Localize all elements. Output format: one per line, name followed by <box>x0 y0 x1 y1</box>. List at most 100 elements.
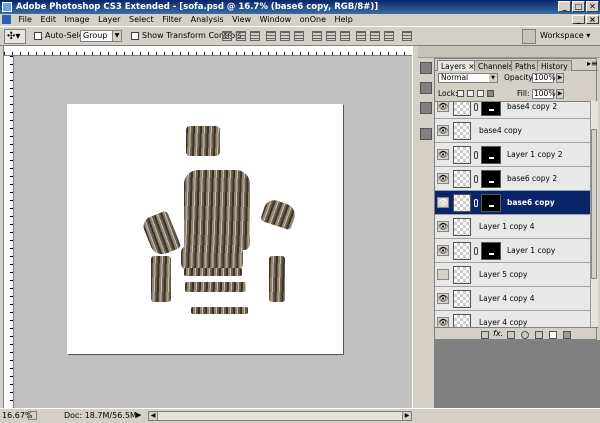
distribute-vcenter-icon[interactable] <box>326 31 336 41</box>
document-canvas[interactable] <box>67 104 343 354</box>
menu-layer[interactable]: Layer <box>95 14 123 26</box>
align-hcenter-icon[interactable] <box>280 31 290 41</box>
minimize-button[interactable]: _ <box>558 1 571 12</box>
mask-link-icon[interactable] <box>474 103 478 111</box>
align-vcenter-icon[interactable] <box>236 31 246 41</box>
visibility-eye-icon[interactable]: 👁 <box>437 197 449 208</box>
lock-transparency-icon[interactable] <box>457 90 464 97</box>
layer-mask-thumbnail[interactable] <box>481 194 501 212</box>
layer-mask-thumbnail[interactable] <box>481 146 501 164</box>
align-bottom-icon[interactable] <box>250 31 260 41</box>
fill-input[interactable]: 100% <box>532 89 555 99</box>
fill-slider-arrow-icon[interactable]: ▶ <box>556 89 564 99</box>
layer-row[interactable]: 👁 base6 copy 2 <box>435 167 590 191</box>
menu-image[interactable]: Image <box>62 14 93 26</box>
mask-link-icon[interactable] <box>474 247 478 255</box>
lock-image-icon[interactable] <box>467 90 474 97</box>
visibility-eye-icon[interactable]: 👁 <box>437 102 449 112</box>
layer-comps-icon[interactable] <box>420 128 432 140</box>
menu-onone[interactable]: onOne <box>297 14 329 26</box>
panel-menu-icon[interactable]: ▸≡ <box>587 59 598 68</box>
mask-link-icon[interactable] <box>474 151 478 159</box>
menu-help[interactable]: Help <box>332 14 356 26</box>
workspace-icon[interactable] <box>522 29 536 44</box>
visibility-eye-icon[interactable]: 👁 <box>437 125 449 136</box>
align-top-icon[interactable] <box>222 31 232 41</box>
distribute-hcenter-icon[interactable] <box>370 31 380 41</box>
workspace-menu[interactable]: Workspace ▾ <box>540 31 590 40</box>
distribute-right-icon[interactable] <box>384 31 394 41</box>
menu-analysis[interactable]: Analysis <box>188 14 227 26</box>
visibility-eye-icon[interactable]: 👁 <box>437 293 449 304</box>
visibility-eye-icon[interactable]: 👁 <box>437 149 449 160</box>
layer-row[interactable]: 👁 Layer 4 copy 4 <box>435 287 590 311</box>
layer-row[interactable]: 👁 base4 copy 2 <box>435 102 590 119</box>
mask-link-icon[interactable] <box>474 199 478 207</box>
tab-paths[interactable]: Paths <box>511 60 540 71</box>
doc-minimize-button[interactable]: _ <box>572 15 585 24</box>
move-tool-icon[interactable]: ✣▾ <box>4 29 26 44</box>
auto-align-icon[interactable] <box>402 31 412 41</box>
blend-mode-select[interactable]: Normal ▼ <box>438 73 498 83</box>
align-right-icon[interactable] <box>294 31 304 41</box>
mask-link-icon[interactable] <box>474 175 478 183</box>
menu-filter[interactable]: Filter <box>159 14 185 26</box>
close-button[interactable]: ✕ <box>586 1 599 12</box>
lock-all-icon[interactable] <box>487 90 494 97</box>
align-left-icon[interactable] <box>266 31 276 41</box>
link-layers-icon[interactable] <box>481 331 489 339</box>
layer-style-icon[interactable]: fx. <box>493 329 503 338</box>
layer-mask-thumbnail[interactable] <box>481 102 501 116</box>
menu-file[interactable]: File <box>16 14 35 26</box>
tab-history[interactable]: History <box>537 60 572 71</box>
layer-row[interactable]: 👁 base4 copy <box>435 119 590 143</box>
visibility-eye-icon[interactable]: 👁 <box>437 173 449 184</box>
horizontal-ruler[interactable] <box>4 46 412 56</box>
auto-select-checkbox[interactable] <box>34 32 42 40</box>
visibility-eye-icon[interactable]: 👁 <box>437 245 449 256</box>
zoom-icon[interactable] <box>28 411 37 420</box>
menu-window[interactable]: Window <box>257 14 295 26</box>
paragraph-icon[interactable] <box>420 82 432 94</box>
menu-edit[interactable]: Edit <box>37 14 59 26</box>
document-icon[interactable] <box>2 15 11 24</box>
doc-close-button[interactable]: × <box>586 15 599 24</box>
history-icon[interactable] <box>420 102 432 114</box>
layer-row[interactable]: 👁 Layer 1 copy 2 <box>435 143 590 167</box>
status-menu-arrow-icon[interactable]: ▶ <box>136 409 141 422</box>
delete-layer-icon[interactable] <box>563 331 571 339</box>
distribute-bottom-icon[interactable] <box>340 31 350 41</box>
horizontal-scrollbar[interactable]: ◀ ▶ <box>148 411 412 421</box>
distribute-left-icon[interactable] <box>356 31 366 41</box>
adjustment-layer-icon[interactable] <box>521 331 529 339</box>
visibility-eye-icon[interactable]: 👁 <box>437 221 449 232</box>
layer-row-selected[interactable]: 👁 base6 copy <box>435 191 590 215</box>
opacity-slider-arrow-icon[interactable]: ▶ <box>556 73 564 83</box>
new-layer-icon[interactable] <box>549 331 557 339</box>
layer-row[interactable]: 👁 Layer 4 copy <box>435 311 590 327</box>
add-mask-icon[interactable] <box>507 331 515 339</box>
brush-preset-icon[interactable] <box>420 62 432 74</box>
new-group-icon[interactable] <box>535 331 543 339</box>
layer-row[interactable]: 👁 Layer 1 copy <box>435 239 590 263</box>
tab-layers[interactable]: Layers × <box>437 60 479 71</box>
maximize-button[interactable]: □ <box>572 1 585 12</box>
show-transform-checkbox[interactable] <box>131 32 139 40</box>
layer-row[interactable]: 👁 Layer 1 copy 4 <box>435 215 590 239</box>
layer-row[interactable]: Layer 5 copy <box>435 263 590 287</box>
menu-select[interactable]: Select <box>126 14 157 26</box>
layer-list-scroll-thumb[interactable] <box>591 129 597 279</box>
menu-view[interactable]: View <box>229 14 254 26</box>
panel-dock-header[interactable] <box>418 46 600 58</box>
vertical-ruler[interactable] <box>4 56 14 408</box>
auto-select-dropdown[interactable]: Group ▼ <box>80 30 122 42</box>
layer-mask-thumbnail[interactable] <box>481 170 501 188</box>
scroll-left-icon[interactable]: ◀ <box>149 412 158 420</box>
opacity-input[interactable]: 100% <box>532 73 555 83</box>
visibility-off-icon[interactable] <box>437 269 449 280</box>
layer-mask-thumbnail[interactable] <box>481 242 501 260</box>
scroll-right-icon[interactable]: ▶ <box>402 412 411 420</box>
lock-position-icon[interactable] <box>477 90 484 97</box>
visibility-eye-icon[interactable]: 👁 <box>437 317 449 327</box>
distribute-top-icon[interactable] <box>312 31 322 41</box>
